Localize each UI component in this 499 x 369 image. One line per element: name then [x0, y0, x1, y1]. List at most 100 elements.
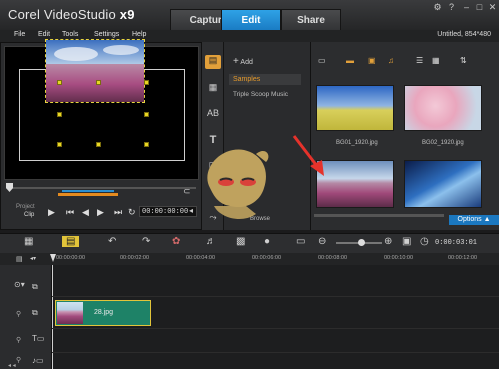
timeline-duration: 0:00:03:01 [435, 239, 478, 247]
show-photos-icon[interactable]: ▣ [368, 56, 376, 65]
app-title: Corel VideoStudio x9 [8, 7, 135, 22]
split-clip-icon[interactable]: ⊂ [183, 186, 191, 197]
resize-handle[interactable] [144, 142, 149, 147]
show-videos-icon[interactable]: ▬ [346, 56, 354, 65]
storyboard-view-icon[interactable]: ▦ [24, 236, 33, 247]
trim-range-bar[interactable] [62, 190, 114, 192]
clip-mode-label[interactable]: Clip [24, 212, 34, 218]
fit-project-icon[interactable]: ▣ [402, 236, 411, 247]
scroll-left-icon[interactable]: ◂ ◂ [8, 362, 16, 369]
settings-icon[interactable]: ⚙ [431, 2, 444, 13]
instant-project-icon[interactable]: ▦ [205, 82, 221, 96]
resize-handle[interactable] [57, 142, 62, 147]
scrub-bar[interactable] [6, 187, 196, 189]
zoom-in-icon[interactable]: ⊕ [384, 236, 392, 247]
ruler-label: 00:00:10:00 [384, 255, 414, 261]
auto-music-icon[interactable]: ▩ [236, 236, 245, 247]
zoom-slider-knob[interactable] [358, 239, 365, 246]
undo-icon[interactable]: ↶ [108, 236, 116, 247]
transition-icon[interactable]: AB [205, 108, 221, 122]
resize-handle[interactable] [57, 112, 62, 117]
ruler-label: 00:00:04:00 [186, 255, 216, 261]
record-capture-icon[interactable]: ✿ [172, 236, 180, 247]
thumbnail-view-icon[interactable]: ▦ [432, 56, 440, 65]
show-audio-icon[interactable]: ♫ [388, 56, 394, 65]
home-icon[interactable]: ⏮ [66, 207, 74, 218]
overlay-clip[interactable]: 28.jpg [55, 300, 151, 326]
menu-file[interactable]: File [14, 31, 25, 38]
help-icon[interactable]: ? [445, 2, 458, 13]
close-icon[interactable]: ✕ [486, 2, 499, 13]
red-arrow [292, 135, 324, 176]
tab-share[interactable]: Share [281, 9, 341, 30]
media-icon[interactable]: ▤ [205, 55, 221, 69]
ruler-label: 00:00:06:00 [252, 255, 282, 261]
play-icon[interactable]: ▶ [48, 207, 55, 218]
voice-track-icon: ♪▭ [32, 356, 44, 365]
ruler-label: 00:00:02:00 [120, 255, 150, 261]
ruler-label: 00:00:12:00 [448, 255, 478, 261]
clock-icon: ◷ [420, 236, 429, 247]
playhead-line [52, 265, 53, 369]
menu-help[interactable]: Help [132, 31, 146, 38]
track-manager-icon[interactable]: ▤ [16, 255, 23, 263]
resize-handle[interactable] [57, 80, 62, 85]
clip-thumbnail [57, 302, 83, 324]
end-icon[interactable]: ⏭ [114, 207, 122, 218]
track-divider [52, 352, 499, 353]
ruler-label: 00:00:00:00 [56, 255, 86, 261]
motion-tracking-icon[interactable]: ● [264, 236, 270, 247]
list-view-icon[interactable]: ☰ [416, 56, 423, 65]
menu-tools[interactable]: Tools [62, 31, 78, 38]
video-track-toggle-icon[interactable]: ⊙▾ [14, 280, 25, 289]
maximize-icon[interactable]: □ [473, 2, 486, 13]
thumbnail-bg01[interactable] [316, 85, 394, 131]
sort-icon[interactable]: ⇅ [460, 56, 467, 65]
repeat-icon[interactable]: ↻ [128, 207, 136, 218]
link-icon[interactable]: ⚲ [16, 336, 21, 344]
resize-handle[interactable] [96, 80, 101, 85]
project-mode-label[interactable]: Project [16, 204, 35, 210]
library-scrollbar[interactable] [314, 214, 444, 217]
flower-field-image [46, 40, 144, 102]
folder-icon[interactable]: ▭ [318, 56, 326, 65]
project-info: Untitled, 854*480 [437, 31, 491, 38]
zoom-out-icon[interactable]: ⊖ [318, 236, 326, 247]
resize-handle[interactable] [144, 80, 149, 85]
resize-handle[interactable] [96, 142, 101, 147]
sound-mixer-icon[interactable]: ♬ [206, 236, 216, 247]
thumbnail-label: BG02_1920.jpg [422, 140, 464, 146]
title-track-icon: T▭ [32, 334, 45, 343]
folder-samples[interactable]: Samples [229, 74, 301, 85]
thumbnail-label: BG01_1920.jpg [336, 140, 378, 146]
track-divider [52, 328, 499, 329]
subtitle-editor-icon[interactable]: ▭ [296, 236, 305, 247]
clip-name: 28.jpg [94, 309, 114, 316]
minimize-icon[interactable]: – [460, 2, 473, 13]
add-folder-button[interactable]: + Add [233, 56, 253, 67]
timeline-view-icon[interactable]: ▤ [62, 236, 80, 247]
chapter-point-icon[interactable]: ◂▾ [30, 255, 36, 262]
previous-frame-icon[interactable]: ◀ [82, 207, 89, 218]
folder-triple-scoop-music[interactable]: Triple Scoop Music [233, 91, 288, 98]
watermark-mascot [207, 149, 269, 220]
options-button[interactable]: Options ▲ [449, 215, 499, 225]
thumbnail-bg02[interactable] [404, 85, 482, 131]
overlay-track-icon: ⧉ [32, 308, 38, 317]
menu-settings[interactable]: Settings [94, 31, 119, 38]
overlay-clip-image[interactable] [45, 39, 145, 103]
track-divider [52, 296, 499, 297]
menu-edit[interactable]: Edit [38, 31, 50, 38]
ruler-label: 00:00:08:00 [318, 255, 348, 261]
trim-markers[interactable] [58, 193, 118, 196]
volume-icon[interactable]: ◂ [189, 206, 193, 215]
link-icon[interactable]: ⚲ [16, 356, 21, 364]
redo-icon[interactable]: ↷ [142, 236, 150, 247]
thumbnail-water[interactable] [404, 160, 482, 208]
link-icon[interactable]: ⚲ [16, 310, 21, 318]
tab-edit[interactable]: Edit [221, 9, 281, 30]
next-frame-icon[interactable]: ▶ [97, 207, 104, 218]
video-track-icon: ⧉ [32, 282, 38, 291]
resize-handle[interactable] [144, 112, 149, 117]
track-headers [0, 265, 52, 369]
